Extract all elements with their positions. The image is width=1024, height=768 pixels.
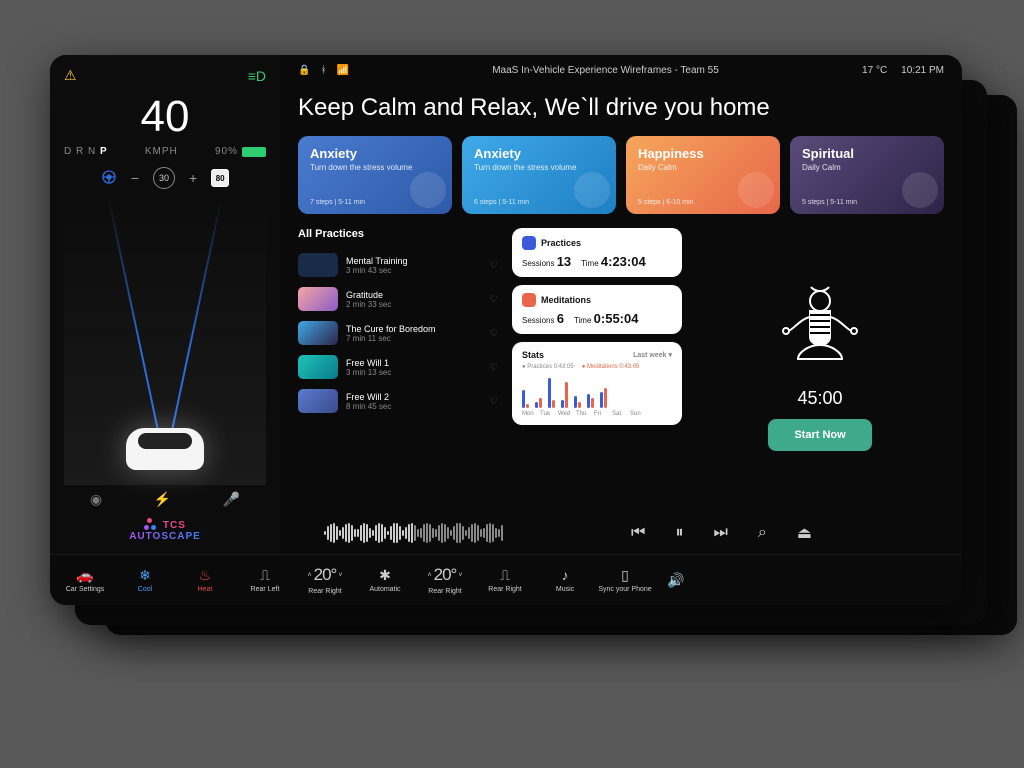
bb-heat[interactable]: ♨Heat — [176, 567, 234, 593]
volume-icon: 🔊 — [667, 572, 684, 588]
card-anxiety-1[interactable]: Anxiety Turn down the stress volume 7 st… — [298, 136, 452, 214]
card-spiritual[interactable]: Spiritual Daily Calm 5 steps | 5-11 min — [790, 136, 944, 214]
bb-car-settings[interactable]: 🚗Car Settings — [56, 567, 114, 593]
heart-icon[interactable]: ♡ — [490, 396, 498, 407]
practice-item[interactable]: The Cure for Boredom7 min 11 sec ♡ — [298, 316, 498, 350]
phone-icon: ▯ — [621, 567, 629, 583]
bb-sync-phone[interactable]: ▯Sync your Phone — [596, 567, 654, 593]
search-icon[interactable]: ⌕ — [758, 524, 767, 542]
media-player: ⏮ ⏸ ⏭ ⌕ ⏏ — [298, 512, 944, 554]
bb-seat-rear-right[interactable]: ⎍Rear Right — [476, 567, 534, 593]
seat-icon: ⎍ — [500, 567, 510, 583]
heart-icon[interactable]: ♡ — [490, 294, 498, 305]
dashcam-icon[interactable]: ◉ — [90, 491, 102, 508]
tire-pressure-icon: ⚠ — [64, 67, 77, 84]
bb-music[interactable]: ♪Music — [536, 567, 594, 593]
bb-cool[interactable]: ❄Cool — [116, 567, 174, 593]
card-anxiety-2[interactable]: Anxiety Turn down the stress volume 6 st… — [462, 136, 616, 214]
car-icon: 🚗 — [76, 567, 93, 583]
pause-icon[interactable]: ⏸ — [675, 524, 683, 542]
eject-icon[interactable]: ⏏ — [797, 523, 812, 543]
seat-icon: ⎍ — [260, 567, 270, 583]
waveform[interactable] — [324, 522, 503, 544]
charge-icon[interactable]: ⚡ — [154, 491, 171, 508]
stat-practices[interactable]: Practices Sessions 13 Time 4:23:04 — [512, 228, 682, 277]
speed-minus[interactable]: − — [131, 170, 139, 186]
heat-icon: ♨ — [199, 567, 212, 583]
hero-heading: Keep Calm and Relax, We`ll drive you hom… — [298, 94, 944, 122]
card-happiness[interactable]: Happiness Daily Calm 5 steps | 6-10 min — [626, 136, 780, 214]
bb-fan-auto[interactable]: ✱Automatic — [356, 567, 414, 593]
practices-list: All Practices Mental Training3 min 43 se… — [298, 228, 498, 506]
bb-seat-rear-left[interactable]: ⎍Rear Left — [236, 567, 294, 593]
autopilot-view — [64, 199, 266, 485]
start-now-button[interactable]: Start Now — [768, 419, 871, 451]
bottom-bar: 🚗Car Settings ❄Cool ♨Heat ⎍Rear Left ˄20… — [50, 554, 962, 605]
speed-plus[interactable]: + — [189, 170, 197, 186]
stat-meditations[interactable]: Meditations Sessions 6 Time 0:55:04 — [512, 285, 682, 334]
cruise-speed[interactable]: 30 — [153, 167, 175, 189]
meditation-timer: 45:00 Start Now — [696, 228, 944, 506]
meditation-figure-icon — [770, 283, 870, 378]
calm-cards: Anxiety Turn down the stress volume 7 st… — [298, 136, 944, 214]
mic-icon[interactable]: 🎤 — [223, 491, 240, 508]
practices-title: All Practices — [298, 228, 498, 240]
signal-icon: 📶 — [336, 65, 348, 76]
gear-selector: D R N P — [64, 146, 108, 157]
bb-temp-right[interactable]: ˄20°˅Rear Right — [416, 565, 474, 595]
fan-icon: ✱ — [379, 567, 391, 583]
main-screen: ⚠ ≡D 40 D R N P KMPH 90% − 30 — [50, 55, 962, 605]
practice-item[interactable]: Gratitude2 min 33 sec ♡ — [298, 282, 498, 316]
heart-icon[interactable]: ♡ — [490, 362, 498, 373]
practice-item[interactable]: Free Will 28 min 45 sec ♡ — [298, 384, 498, 418]
status-title: MaaS In-Vehicle Experience Wireframes - … — [492, 65, 719, 76]
brand-logo: TCS AUTOSCAPE — [64, 518, 266, 542]
prev-track-icon[interactable]: ⏮ — [631, 524, 645, 542]
bb-temp-left[interactable]: ˄20°˅Rear Right — [296, 565, 354, 595]
status-time: 10:21 PM — [901, 65, 944, 76]
lock-icon[interactable]: 🔒 — [298, 65, 310, 76]
battery-indicator: 90% — [215, 146, 266, 157]
timer-value: 45:00 — [797, 388, 842, 409]
practice-item[interactable]: Mental Training3 min 43 sec ♡ — [298, 248, 498, 282]
speed-unit: KMPH — [145, 146, 178, 157]
heart-icon[interactable]: ♡ — [490, 328, 498, 339]
status-temperature: 17 °C — [862, 65, 887, 76]
speed-value: 40 — [141, 92, 190, 142]
autopilot-icon[interactable] — [101, 169, 117, 188]
cool-icon: ❄ — [139, 567, 151, 583]
music-icon: ♪ — [562, 567, 569, 583]
practice-item[interactable]: Free Will 13 min 13 sec ♡ — [298, 350, 498, 384]
headlight-icon: ≡D — [248, 68, 266, 84]
next-track-icon[interactable]: ⏭ — [713, 524, 727, 542]
bb-volume[interactable]: 🔊 — [656, 572, 696, 588]
speed-limit-sign: 80 — [211, 169, 229, 187]
bluetooth-icon[interactable]: ᚼ — [320, 65, 326, 76]
instrument-cluster: ⚠ ≡D 40 D R N P KMPH 90% − 30 — [50, 55, 280, 554]
stat-chart[interactable]: Stats Last week ▾ ● Practices 0:43:05 ● … — [512, 342, 682, 425]
heart-icon[interactable]: ♡ — [490, 260, 498, 271]
status-bar: 🔒 ᚼ 📶 MaaS In-Vehicle Experience Wirefra… — [298, 65, 944, 76]
